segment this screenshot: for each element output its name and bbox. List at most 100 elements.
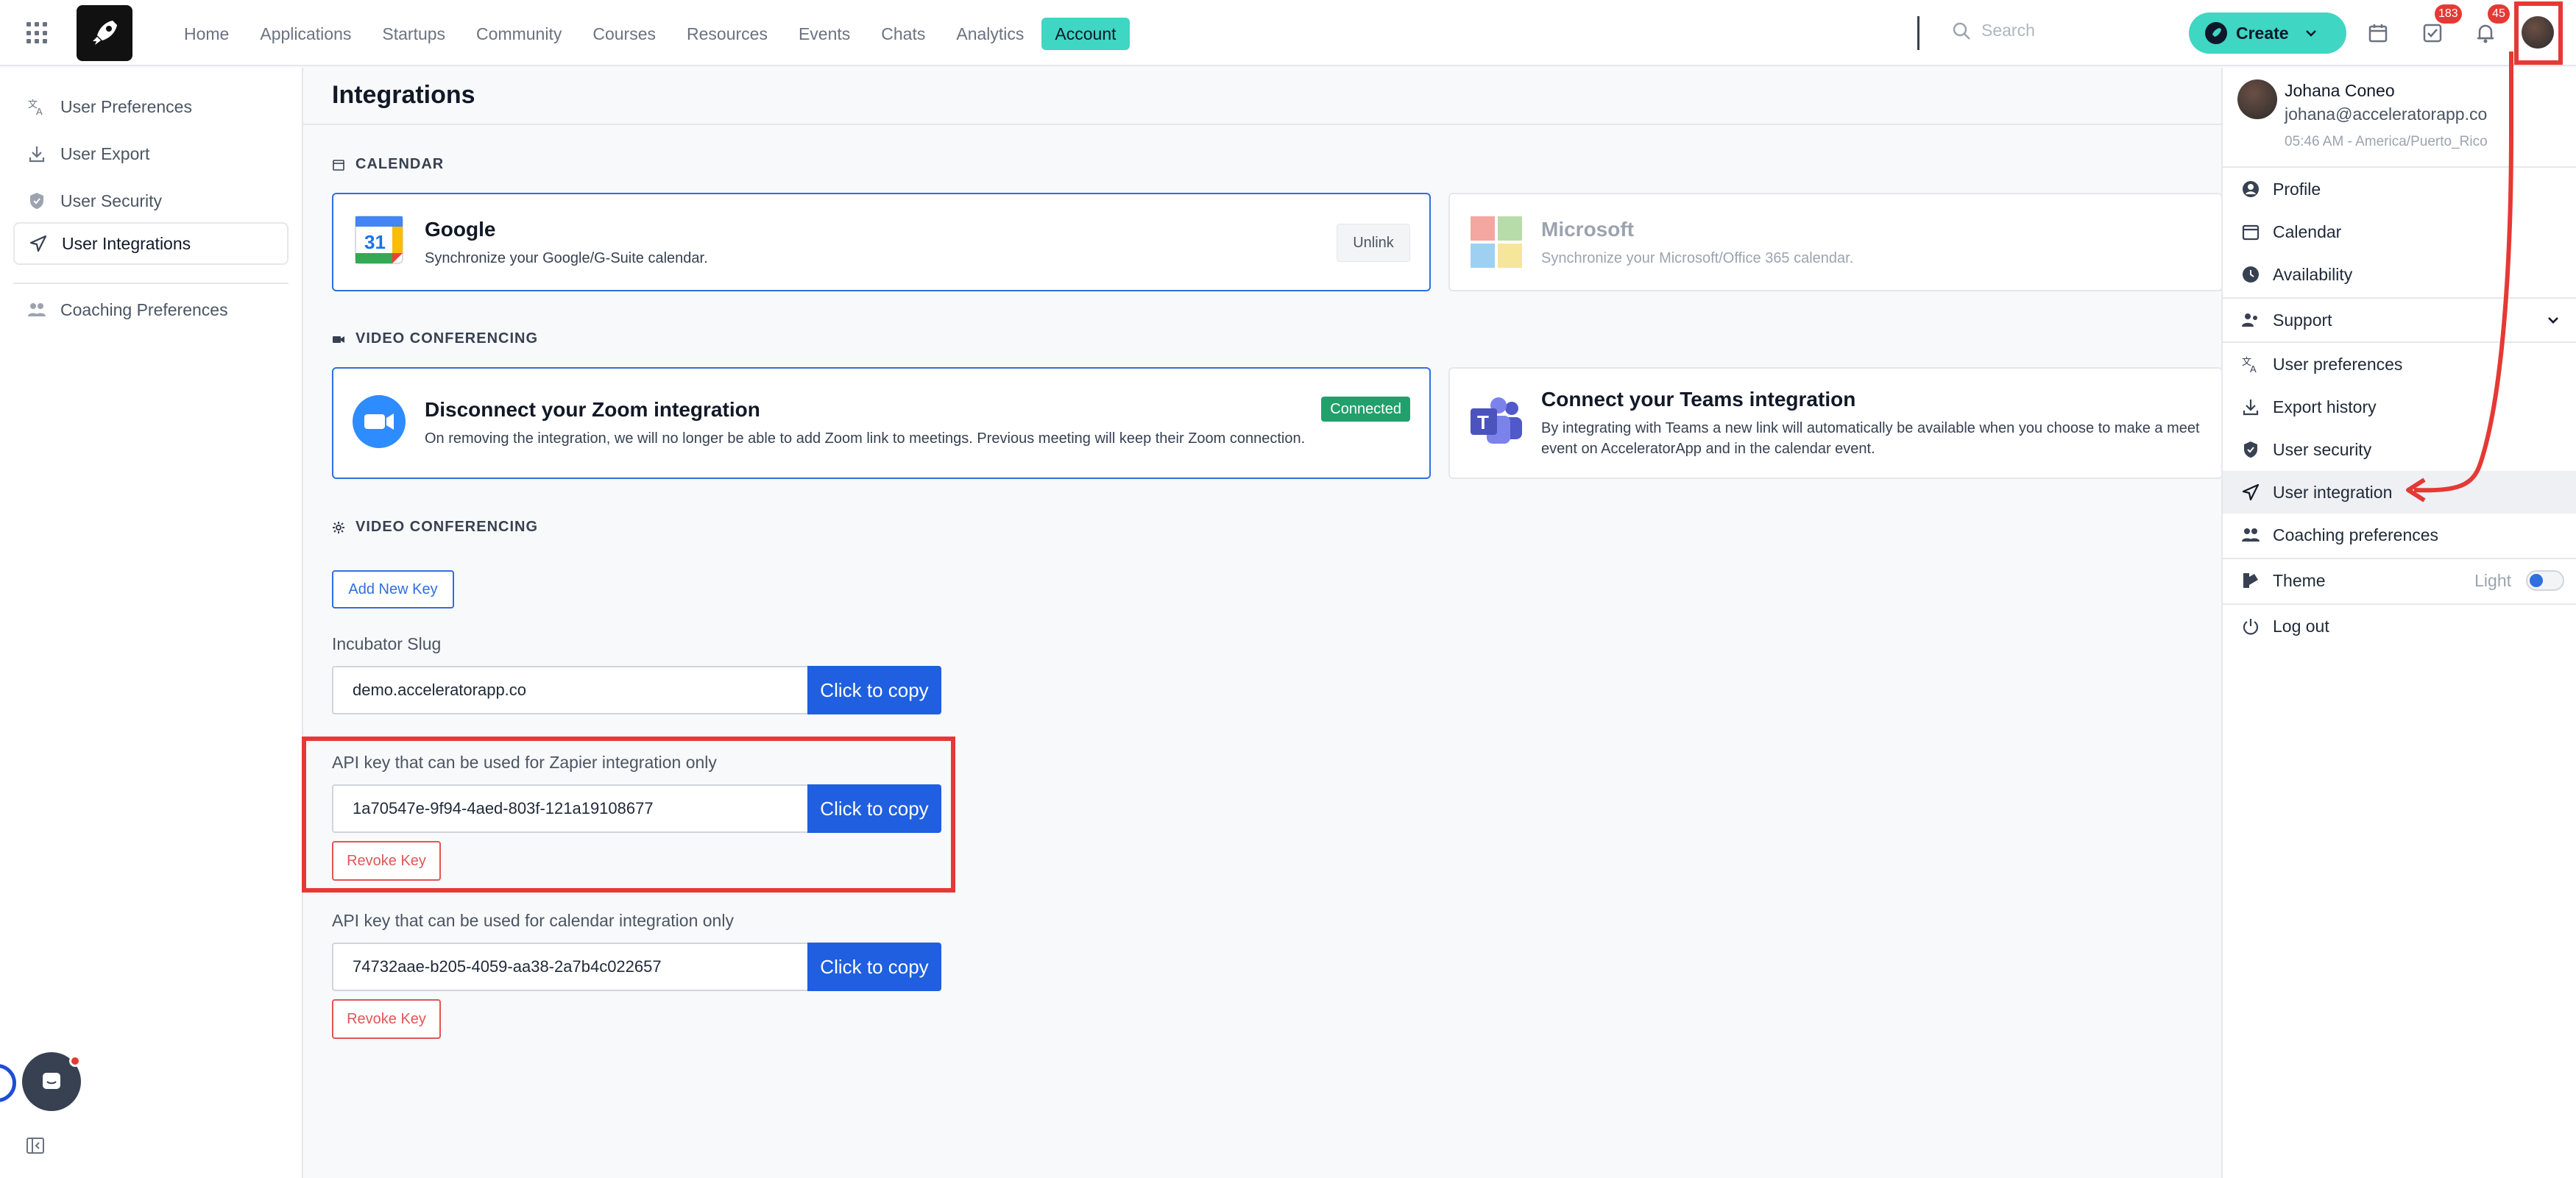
sidebar-item-user-preferences[interactable]: 文A User Preferences bbox=[13, 85, 289, 128]
bell-icon[interactable]: 45 bbox=[2473, 4, 2510, 46]
copy-calendar-key-button[interactable]: Click to copy bbox=[807, 943, 941, 991]
menu-item-label: Availability bbox=[2273, 264, 2353, 284]
menu-item-label: User preferences bbox=[2273, 354, 2403, 374]
translate-icon: 文A bbox=[26, 96, 47, 117]
nav-community[interactable]: Community bbox=[463, 18, 575, 50]
menu-item-theme[interactable]: Theme Light bbox=[2223, 559, 2576, 602]
rocket-icon bbox=[2205, 22, 2227, 44]
microsoft-logo-icon bbox=[1471, 216, 1522, 268]
search-input[interactable]: Search bbox=[1952, 21, 2035, 40]
menu-item-label: Support bbox=[2273, 310, 2332, 330]
menu-item-label: Theme bbox=[2273, 570, 2326, 590]
zoom-title: Disconnect your Zoom integration bbox=[425, 398, 760, 421]
search-icon bbox=[1953, 22, 1970, 40]
menu-item-label: Calendar bbox=[2273, 221, 2342, 241]
menu-item-label: Profile bbox=[2273, 179, 2321, 199]
connected-status-badge: Connected bbox=[1321, 397, 1410, 422]
user-circle-icon bbox=[2240, 179, 2261, 199]
nav-applications[interactable]: Applications bbox=[247, 18, 364, 50]
google-calendar-card[interactable]: 31 Google Synchronize your Google/G-Suit… bbox=[332, 193, 1431, 291]
zapier-key-row: 1a70547e-9f94-4aed-803f-121a19108677 Cli… bbox=[332, 784, 941, 833]
people-icon bbox=[2240, 310, 2261, 330]
section-api-keys: VIDEO CONFERENCING bbox=[332, 519, 538, 536]
copy-zapier-key-button[interactable]: Click to copy bbox=[807, 784, 941, 833]
nav-events[interactable]: Events bbox=[785, 18, 863, 50]
sidebar-item-user-integrations[interactable]: User Integrations bbox=[13, 222, 289, 265]
teams-description-line1: By integrating with Teams a new link wil… bbox=[1541, 420, 2200, 436]
copy-slug-button[interactable]: Click to copy bbox=[807, 666, 941, 714]
download-icon bbox=[26, 143, 47, 164]
google-title: Google bbox=[425, 218, 496, 241]
nav-resources[interactable]: Resources bbox=[673, 18, 781, 50]
clock-icon bbox=[2240, 264, 2261, 285]
create-label: Create bbox=[2236, 23, 2289, 43]
sidebar-item-label: User Integrations bbox=[62, 233, 191, 253]
menu-item-label: Log out bbox=[2273, 616, 2329, 636]
sidebar-item-coaching-preferences[interactable]: Coaching Preferences bbox=[13, 288, 289, 331]
menu-item-label: Coaching preferences bbox=[2273, 525, 2439, 544]
menu-item-label: User security bbox=[2273, 439, 2372, 459]
app-logo[interactable] bbox=[77, 5, 132, 61]
rocket-icon bbox=[93, 21, 117, 45]
collapse-sidebar-icon[interactable] bbox=[25, 1135, 47, 1157]
avatar bbox=[2237, 79, 2277, 119]
people-icon bbox=[2240, 525, 2261, 545]
title-divider bbox=[303, 124, 2223, 125]
section-video-label: VIDEO CONFERENCING bbox=[355, 330, 539, 347]
menu-item-logout[interactable]: Log out bbox=[2223, 605, 2576, 647]
create-button[interactable]: Create bbox=[2189, 13, 2346, 54]
microsoft-calendar-card[interactable]: Microsoft Synchronize your Microsoft/Off… bbox=[1448, 193, 2223, 291]
theme-value: Light bbox=[2474, 570, 2511, 590]
nav-courses[interactable]: Courses bbox=[579, 18, 669, 50]
revoke-calendar-key-button[interactable]: Revoke Key bbox=[332, 999, 441, 1039]
teams-title: Connect your Teams integration bbox=[1541, 388, 1856, 411]
tasks-badge: 183 bbox=[2435, 4, 2462, 24]
palette-icon bbox=[2240, 570, 2261, 591]
send-icon bbox=[2240, 482, 2261, 503]
calendar-key-field[interactable]: 74732aae-b205-4059-aa38-2a7b4c022657 bbox=[332, 943, 807, 991]
tasks-icon[interactable]: 183 bbox=[2420, 4, 2462, 46]
nav-account[interactable]: Account bbox=[1041, 18, 1130, 50]
revoke-zapier-key-button[interactable]: Revoke Key bbox=[332, 841, 441, 881]
shield-icon bbox=[2240, 439, 2261, 460]
nav-chats[interactable]: Chats bbox=[868, 18, 938, 50]
zoom-integration-card[interactable]: Disconnect your Zoom integration On remo… bbox=[332, 367, 1431, 479]
top-navbar: Home Applications Startups Community Cou… bbox=[0, 0, 2576, 66]
theme-toggle[interactable] bbox=[2526, 570, 2564, 591]
sidebar-item-user-export[interactable]: User Export bbox=[13, 132, 289, 175]
add-new-key-button[interactable]: Add New Key bbox=[332, 570, 454, 608]
teams-description-line2: event on AcceleratorApp and in the calen… bbox=[1541, 441, 1875, 457]
nav-home[interactable]: Home bbox=[171, 18, 242, 50]
settings-sidebar: 文A User Preferences User Export User Sec… bbox=[0, 68, 303, 1178]
calendar-key-label: API key that can be used for calendar in… bbox=[332, 911, 734, 930]
teams-integration-card[interactable]: T Connect your Teams integration By inte… bbox=[1448, 367, 2223, 479]
power-icon bbox=[2240, 616, 2261, 636]
zapier-key-field[interactable]: 1a70547e-9f94-4aed-803f-121a19108677 bbox=[332, 784, 807, 833]
teams-icon: T bbox=[1469, 395, 1525, 448]
calendar-icon bbox=[2240, 221, 2261, 242]
sidebar-divider bbox=[13, 283, 289, 284]
sidebar-item-user-security[interactable]: User Security bbox=[13, 180, 289, 222]
zapier-key-label: API key that can be used for Zapier inte… bbox=[332, 753, 717, 772]
gear-icon bbox=[333, 521, 344, 533]
microsoft-title: Microsoft bbox=[1541, 218, 1634, 241]
calendar-icon bbox=[333, 159, 344, 171]
unlink-google-button[interactable]: Unlink bbox=[1337, 224, 1410, 262]
nav-analytics[interactable]: Analytics bbox=[943, 18, 1037, 50]
incubator-slug-field[interactable]: demo.acceleratorapp.co bbox=[332, 666, 807, 714]
nav-startups[interactable]: Startups bbox=[369, 18, 459, 50]
sidebar-item-label: User Preferences bbox=[60, 96, 192, 116]
svg-text:A: A bbox=[36, 106, 43, 116]
nav-divider bbox=[1917, 16, 1919, 50]
section-keys-label: VIDEO CONFERENCING bbox=[355, 519, 539, 535]
google-description: Synchronize your Google/G-Suite calendar… bbox=[425, 250, 708, 266]
svg-text:T: T bbox=[1477, 411, 1489, 433]
calendar-icon[interactable] bbox=[2366, 21, 2391, 46]
svg-text:A: A bbox=[2250, 363, 2257, 374]
apps-grid-icon[interactable] bbox=[26, 22, 49, 44]
incubator-slug-row: demo.acceleratorapp.co Click to copy bbox=[332, 666, 941, 714]
calendar-key-row: 74732aae-b205-4059-aa38-2a7b4c022657 Cli… bbox=[332, 943, 941, 991]
menu-item-coaching-preferences[interactable]: Coaching preferences bbox=[2223, 514, 2576, 556]
notifications-badge: 45 bbox=[2488, 4, 2510, 24]
sidebar-item-label: Coaching Preferences bbox=[60, 299, 228, 319]
